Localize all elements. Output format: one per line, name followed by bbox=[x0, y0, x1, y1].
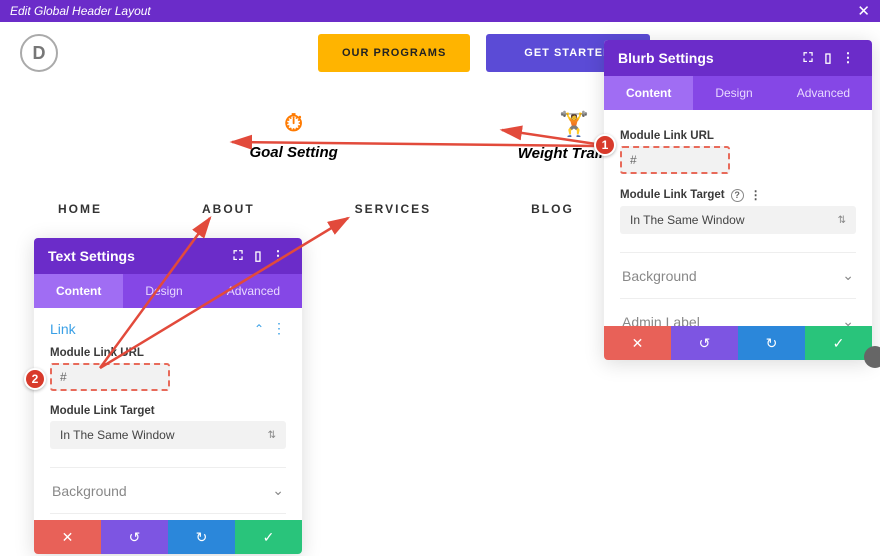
module-link-target-select[interactable]: In The Same Window ⇅ bbox=[50, 421, 286, 449]
undo-button[interactable]: ↺ bbox=[101, 520, 168, 554]
tab-design[interactable]: Design bbox=[123, 274, 204, 308]
tab-design[interactable]: Design bbox=[693, 76, 774, 110]
updown-icon: ⇅ bbox=[268, 430, 276, 441]
tab-content[interactable]: Content bbox=[604, 76, 693, 110]
blurb-link-target-value: In The Same Window bbox=[630, 213, 745, 227]
nav-blog[interactable]: BLOG bbox=[531, 202, 574, 216]
blurb-panel-header[interactable]: Blurb Settings ⛶ ▯ ⋮ bbox=[604, 40, 872, 76]
text-panel-tabs: Content Design Advanced bbox=[34, 274, 302, 308]
blurb-panel-body: Module Link URL Module Link Target ? ⋮ I… bbox=[604, 110, 872, 326]
module-link-url-input[interactable] bbox=[50, 363, 170, 391]
blurb-link-target-label: Module Link Target ? ⋮ bbox=[620, 188, 856, 202]
text-panel-title: Text Settings bbox=[48, 248, 135, 264]
nav-home[interactable]: HOME bbox=[58, 202, 102, 216]
chevron-down-icon: ⌄ bbox=[842, 313, 854, 326]
redo-button[interactable]: ↻ bbox=[168, 520, 235, 554]
site-logo[interactable]: D bbox=[20, 34, 58, 72]
save-button[interactable]: ✓ bbox=[805, 326, 872, 360]
text-settings-panel: Text Settings ⛶ ▯ ⋮ Content Design Advan… bbox=[34, 238, 302, 554]
more-icon[interactable]: ⋮ bbox=[268, 248, 288, 264]
link-target-value: In The Same Window bbox=[60, 428, 175, 442]
blurb-background-toggle[interactable]: Background ⌄ bbox=[620, 252, 856, 298]
background-toggle[interactable]: Background ⌄ bbox=[50, 467, 286, 513]
our-programs-button[interactable]: OUR PROGRAMS bbox=[318, 34, 470, 72]
blurb-module-link-target-select[interactable]: In The Same Window ⇅ bbox=[620, 206, 856, 234]
field-more-icon[interactable]: ⋮ bbox=[750, 188, 762, 202]
annotation-badge-1: 1 bbox=[594, 134, 616, 156]
blurb-panel-title: Blurb Settings bbox=[618, 50, 714, 66]
blurb-admin-label: Admin Label bbox=[622, 314, 700, 327]
logo-letter: D bbox=[33, 43, 46, 64]
nav-about[interactable]: ABOUT bbox=[202, 202, 255, 216]
updown-icon: ⇅ bbox=[838, 215, 846, 226]
background-label: Background bbox=[52, 483, 127, 499]
blurb-panel-tabs: Content Design Advanced bbox=[604, 76, 872, 110]
text-panel-footer: ✕ ↺ ↻ ✓ bbox=[34, 520, 302, 554]
snap-icon[interactable]: ▯ bbox=[248, 248, 268, 264]
chevron-up-icon: ⌃ bbox=[254, 322, 264, 336]
blurb-background-label: Background bbox=[622, 268, 697, 284]
chevron-down-icon: ⌄ bbox=[842, 267, 854, 284]
snap-icon[interactable]: ▯ bbox=[818, 50, 838, 66]
undo-button[interactable]: ↺ bbox=[671, 326, 738, 360]
blurb-module-link-url-input[interactable] bbox=[620, 146, 730, 174]
chevron-down-icon: ⌄ bbox=[272, 482, 284, 499]
feature-goal-setting[interactable]: ⏱ Goal Setting bbox=[249, 110, 337, 162]
link-target-label: Module Link Target bbox=[50, 405, 286, 417]
link-url-label: Module Link URL bbox=[50, 347, 286, 359]
help-bubble-icon[interactable] bbox=[864, 346, 880, 368]
tab-advanced[interactable]: Advanced bbox=[775, 76, 872, 110]
blurb-panel-footer: ✕ ↺ ↻ ✓ bbox=[604, 326, 872, 360]
feature-goal-label: Goal Setting bbox=[249, 144, 337, 161]
blurb-settings-panel: Blurb Settings ⛶ ▯ ⋮ Content Design Adva… bbox=[604, 40, 872, 360]
blurb-link-url-label: Module Link URL bbox=[620, 130, 856, 142]
annotation-badge-2: 2 bbox=[24, 368, 46, 390]
nav-services[interactable]: SERVICES bbox=[355, 202, 431, 216]
cancel-button[interactable]: ✕ bbox=[34, 520, 101, 554]
tab-advanced[interactable]: Advanced bbox=[205, 274, 302, 308]
link-section-toggle[interactable]: Link ⌃ ⋮ bbox=[50, 320, 286, 337]
cancel-button[interactable]: ✕ bbox=[604, 326, 671, 360]
close-icon[interactable]: ✕ bbox=[857, 2, 870, 20]
stopwatch-icon: ⏱ bbox=[249, 110, 337, 138]
link-section-label: Link bbox=[50, 321, 76, 337]
text-panel-header[interactable]: Text Settings ⛶ ▯ ⋮ bbox=[34, 238, 302, 274]
global-header-bar: Edit Global Header Layout ✕ bbox=[0, 0, 880, 22]
more-icon[interactable]: ⋮ bbox=[838, 50, 858, 66]
text-panel-body: Link ⌃ ⋮ Module Link URL Module Link Tar… bbox=[34, 308, 302, 520]
tab-content[interactable]: Content bbox=[34, 274, 123, 308]
expand-icon[interactable]: ⛶ bbox=[228, 248, 248, 264]
section-more-icon[interactable]: ⋮ bbox=[272, 320, 286, 336]
save-button[interactable]: ✓ bbox=[235, 520, 302, 554]
blurb-admin-toggle[interactable]: Admin Label ⌄ bbox=[620, 298, 856, 326]
help-icon[interactable]: ? bbox=[731, 189, 744, 202]
global-bar-title: Edit Global Header Layout bbox=[10, 4, 151, 18]
admin-label-toggle[interactable]: Admin Label bbox=[50, 513, 286, 520]
expand-icon[interactable]: ⛶ bbox=[798, 50, 818, 66]
redo-button[interactable]: ↻ bbox=[738, 326, 805, 360]
